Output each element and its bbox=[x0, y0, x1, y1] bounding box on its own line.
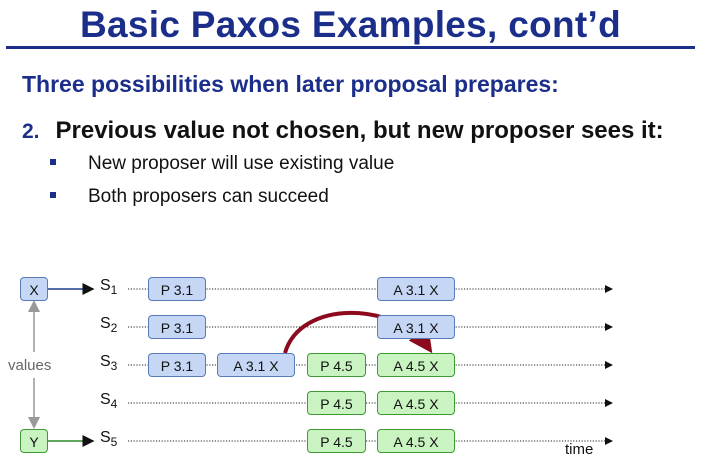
s5-accept-box: A 4.5 X bbox=[377, 429, 455, 453]
s2-accept-box: A 3.1 X bbox=[377, 315, 455, 339]
values-label: values bbox=[8, 357, 52, 374]
s3-prepare-3-1-box: P 3.1 bbox=[148, 353, 206, 377]
value-y-box: Y bbox=[20, 429, 48, 453]
s4-accept-box: A 4.5 X bbox=[377, 391, 455, 415]
server-label-s2: S2 bbox=[100, 315, 118, 336]
server-label-s1: S1 bbox=[100, 277, 118, 298]
server-label-s5: S5 bbox=[100, 429, 118, 450]
s1-prepare-box: P 3.1 bbox=[148, 277, 206, 301]
s2-prepare-box: P 3.1 bbox=[148, 315, 206, 339]
s1-accept-box: A 3.1 X bbox=[377, 277, 455, 301]
server-label-s4: S4 bbox=[100, 391, 118, 412]
s4-prepare-box: P 4.5 bbox=[307, 391, 366, 415]
value-x-box: X bbox=[20, 277, 48, 301]
s3-accept-4-5-box: A 4.5 X bbox=[377, 353, 455, 377]
s3-accept-3-1-box: A 3.1 X bbox=[217, 353, 295, 377]
time-axis-label: time bbox=[565, 441, 594, 458]
s5-prepare-box: P 4.5 bbox=[307, 429, 366, 453]
server-label-s3: S3 bbox=[100, 353, 118, 374]
s3-prepare-4-5-box: P 4.5 bbox=[307, 353, 366, 377]
